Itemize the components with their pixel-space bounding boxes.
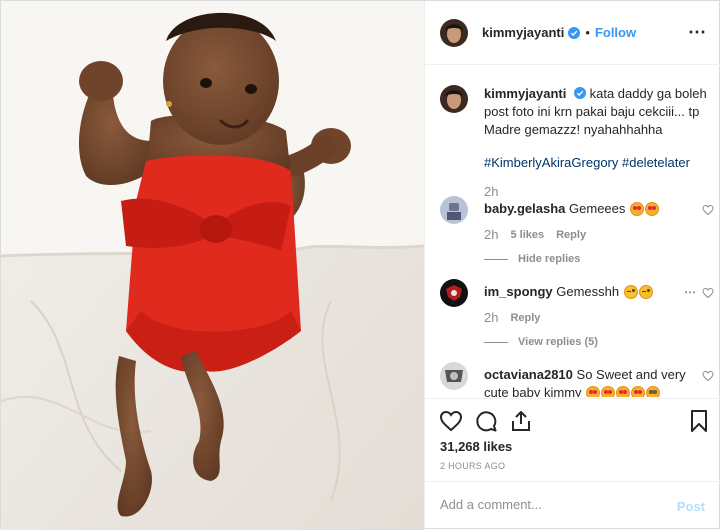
comment-item: im_spongy Gemesshh ⋯ 2h Reply View repli… <box>440 279 714 348</box>
header-separator: • <box>585 25 590 40</box>
post-side-panel: kimmyjayanti • Follow ⋯ kimmyjayanti kat… <box>424 1 720 530</box>
heart-eyes-emoji-icon <box>631 386 646 397</box>
comment-options-icon[interactable]: ⋯ <box>684 285 696 299</box>
caption-item: kimmyjayanti kata daddy ga boleh post fo… <box>440 85 710 199</box>
comment-item: octaviana2810 So Sweet and very cute bab… <box>440 362 714 397</box>
post-actions: 31,268 likes 2 HOURS AGO <box>425 398 720 480</box>
comment-text: Gemesshh <box>556 284 620 299</box>
comment-avatar[interactable] <box>440 362 468 390</box>
comment-bubble-icon[interactable] <box>474 409 498 433</box>
heart-eyes-emoji-icon <box>586 386 601 397</box>
save-bookmark-icon[interactable] <box>687 409 711 433</box>
verified-badge-icon <box>568 26 581 39</box>
thread-line <box>484 341 508 343</box>
more-options-icon[interactable]: ⋯ <box>688 23 707 41</box>
comment-meta: 2h Reply <box>484 310 710 325</box>
heart-eyes-emoji-icon <box>630 202 645 216</box>
comment-meta: 2h 5 likes Reply <box>484 227 710 242</box>
comment-time[interactable]: 2h <box>484 310 498 325</box>
comment-username[interactable]: im_spongy <box>484 284 553 299</box>
reply-button[interactable]: Reply <box>556 229 586 241</box>
like-comment-heart-icon[interactable] <box>702 370 714 382</box>
post-comment-button[interactable]: Post <box>677 499 705 514</box>
nerd-emoji-icon <box>646 386 661 397</box>
hide-replies-label: Hide replies <box>518 253 581 265</box>
comment-text-block: octaviana2810 So Sweet and very cute bab… <box>484 362 710 397</box>
caption-username[interactable]: kimmyjayanti <box>484 86 566 101</box>
heart-eyes-emoji-icon <box>601 386 616 397</box>
comment-item: baby.gelasha Gemeees 2h 5 likes Reply Hi… <box>440 196 714 265</box>
like-comment-heart-icon[interactable] <box>702 287 714 299</box>
comment-text: Gemeees <box>569 201 626 216</box>
view-replies-button[interactable]: View replies (5) <box>484 336 710 348</box>
post-photo[interactable] <box>1 1 424 530</box>
wink-emoji-icon <box>623 285 638 299</box>
post-timestamp[interactable]: 2 HOURS AGO <box>440 461 505 471</box>
comment-avatar[interactable] <box>440 279 468 307</box>
comment-text-block: baby.gelasha Gemeees <box>484 196 710 218</box>
add-comment-bar: Post <box>425 481 720 530</box>
view-replies-label: View replies (5) <box>518 336 598 348</box>
comment-username[interactable]: octaviana2810 <box>484 367 573 382</box>
heart-eyes-emoji-icon <box>645 202 660 216</box>
caption-hashtags[interactable]: #KimberlyAkiraGregory #deletelater <box>484 154 710 172</box>
comment-likes[interactable]: 5 likes <box>510 229 544 241</box>
author-username[interactable]: kimmyjayanti <box>482 25 564 40</box>
heart-eyes-emoji-icon <box>616 386 631 397</box>
instagram-post-modal: kimmyjayanti • Follow ⋯ kimmyjayanti kat… <box>0 0 720 530</box>
post-header: kimmyjayanti • Follow ⋯ <box>425 1 720 65</box>
share-icon[interactable] <box>509 409 533 433</box>
verified-badge-icon <box>574 87 586 99</box>
follow-button[interactable]: Follow <box>595 25 636 40</box>
like-comment-heart-icon[interactable] <box>702 204 714 216</box>
wink-emoji-icon <box>638 285 653 299</box>
reply-button[interactable]: Reply <box>510 312 540 324</box>
comment-username[interactable]: baby.gelasha <box>484 201 565 216</box>
comment-avatar[interactable] <box>440 196 468 224</box>
caption-avatar[interactable] <box>440 85 468 113</box>
hide-replies-button[interactable]: Hide replies <box>484 253 710 265</box>
comments-list[interactable]: kimmyjayanti kata daddy ga boleh post fo… <box>425 66 720 397</box>
comment-text-block: im_spongy Gemesshh <box>484 279 710 301</box>
baby-in-red-dress-image <box>1 1 424 530</box>
like-heart-icon[interactable] <box>439 409 463 433</box>
caption-text-block: kimmyjayanti kata daddy ga boleh post fo… <box>484 85 710 172</box>
author-avatar[interactable] <box>440 18 468 47</box>
likes-count[interactable]: 31,268 likes <box>440 439 512 454</box>
thread-line <box>484 258 508 260</box>
comment-time[interactable]: 2h <box>484 227 498 242</box>
add-comment-input[interactable] <box>440 497 660 512</box>
